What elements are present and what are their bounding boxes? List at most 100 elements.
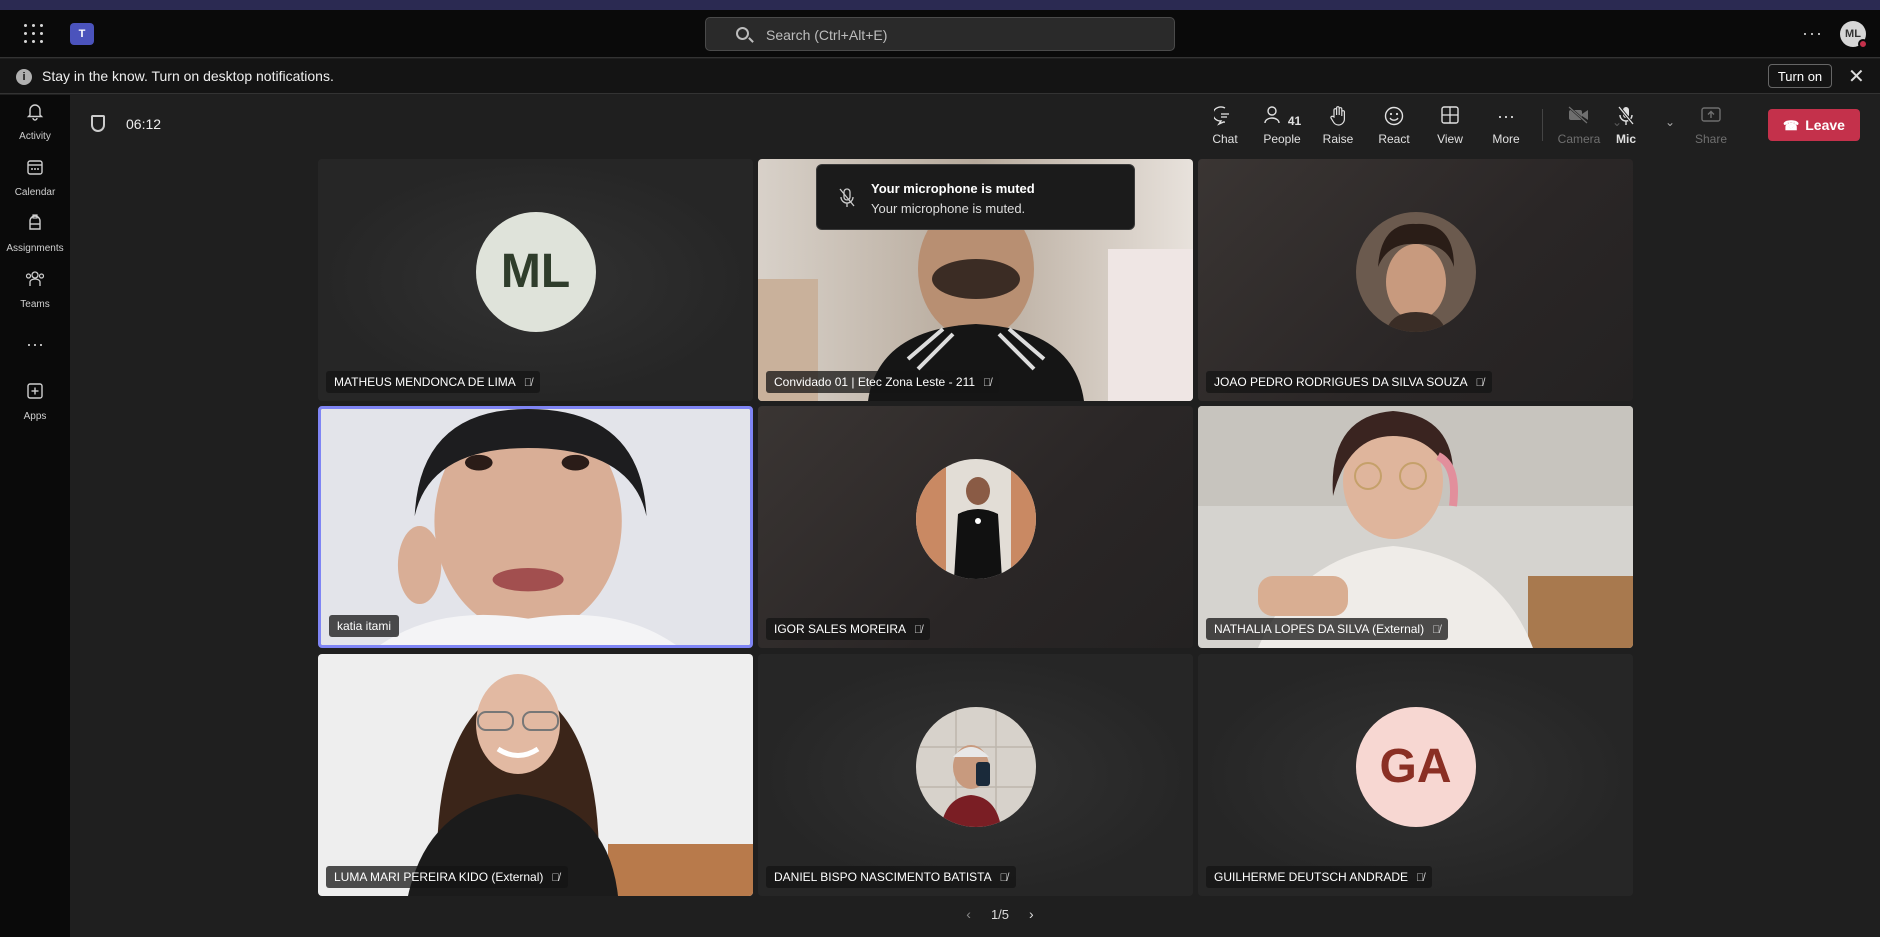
participant-name: IGOR SALES MOREIRA 🎙̸ [766, 618, 931, 640]
participant-name-text: DANIEL BISPO NASCIMENTO BATISTA [774, 870, 992, 884]
calendar-icon [24, 157, 46, 179]
more-icon: ··· [26, 334, 44, 354]
rail-item-calendar[interactable]: Calendar [0, 157, 70, 200]
chat-button[interactable]: Chat [1197, 105, 1253, 146]
teams-logo-icon: T [70, 23, 94, 45]
react-button[interactable]: React [1366, 105, 1422, 146]
view-label: View [1437, 132, 1463, 146]
user-avatar[interactable]: ML [1840, 21, 1868, 49]
turn-on-button[interactable]: Turn on [1768, 64, 1832, 88]
toolbar-divider [1542, 109, 1543, 141]
participant-tile[interactable]: JOAO PEDRO RODRIGUES DA SILVA SOUZA 🎙̸ [1198, 159, 1633, 401]
share-screen-icon [1683, 105, 1739, 127]
people-button[interactable]: 41 People [1254, 105, 1310, 146]
window-top-strip [0, 0, 1880, 10]
hang-up-icon: ☎ [1783, 117, 1800, 133]
close-icon[interactable]: ✕ [1848, 64, 1865, 89]
previous-page-chevron-icon[interactable]: ‹ [966, 906, 971, 922]
grid-view-icon [1422, 105, 1478, 127]
more-button[interactable]: ··· More [1478, 105, 1534, 146]
participant-name: NATHALIA LOPES DA SILVA (External) 🎙̸ [1206, 618, 1449, 640]
more-options-icon[interactable]: ··· [1802, 23, 1823, 44]
react-label: React [1378, 132, 1410, 146]
assignments-icon [24, 213, 46, 235]
participant-tile[interactable]: GA GUILHERME DEUTSCH ANDRADE 🎙̸ [1198, 654, 1633, 896]
more-label: More [1492, 132, 1520, 146]
toast-title: Your microphone is muted [871, 181, 1035, 196]
view-button[interactable]: View [1422, 105, 1478, 146]
mic-off-icon: 🎙̸ [999, 872, 1008, 884]
participant-tile[interactable]: LUMA MARI PEREIRA KIDO (External) 🎙̸ [318, 654, 753, 896]
mic-off-icon [1598, 105, 1654, 127]
mic-button[interactable]: Mic [1598, 105, 1654, 146]
raise-label: Raise [1322, 132, 1354, 146]
mic-off-icon: 🎙̸ [1432, 624, 1441, 636]
smiley-icon [1366, 105, 1422, 127]
leave-label: Leave [1805, 116, 1845, 133]
app-launcher-icon[interactable] [24, 24, 48, 44]
mic-off-icon: 🎙̸ [983, 377, 992, 389]
rail-item-teams[interactable]: Teams [0, 269, 70, 312]
participant-name-text: GUILHERME DEUTSCH ANDRADE [1214, 870, 1409, 884]
leave-button[interactable]: ☎ Leave [1768, 109, 1860, 141]
mic-off-icon: 🎙̸ [551, 872, 560, 884]
participant-name-text: IGOR SALES MOREIRA [774, 622, 907, 636]
rail-item-assignments[interactable]: Assignments [0, 213, 70, 256]
people-label: People [1263, 132, 1301, 146]
more-dots-icon: ··· [1497, 106, 1515, 126]
participant-name-text: katia itami [337, 619, 392, 633]
chat-label: Chat [1212, 132, 1238, 146]
participant-name-text: NATHALIA LOPES DA SILVA (External) [1214, 622, 1425, 636]
people-count: 41 [1287, 114, 1302, 128]
avatar [915, 707, 1036, 827]
mic-options-chevron-icon[interactable]: ⌄ [1665, 115, 1675, 129]
shield-icon[interactable] [91, 115, 105, 132]
page-indicator: 1/5 [990, 907, 1010, 922]
meeting-control-bar: 06:12 Chat 41 People Raise React View ··… [71, 95, 1880, 155]
rail-item-more[interactable]: ··· [0, 333, 70, 358]
rail-item-label: Activity [19, 131, 51, 142]
avatar-photo [915, 459, 1036, 579]
notification-banner: i Stay in the know. Turn on desktop noti… [0, 59, 1880, 94]
participant-name: JOAO PEDRO RODRIGUES DA SILVA SOUZA 🎙̸ [1206, 371, 1492, 393]
participant-name-text: Convidado 01 | Etec Zona Leste - 211 [774, 375, 976, 389]
participant-tile[interactable]: IGOR SALES MOREIRA 🎙̸ [758, 406, 1193, 648]
rail-item-label: Apps [23, 411, 47, 422]
rail-item-label: Calendar [14, 187, 56, 198]
participant-name-text: JOAO PEDRO RODRIGUES DA SILVA SOUZA [1214, 375, 1468, 389]
avatar-photo [1355, 212, 1476, 332]
meeting-timer: 06:12 [126, 116, 162, 132]
search-placeholder: Search (Ctrl+Alt+E) [766, 27, 888, 43]
participant-video [321, 409, 750, 645]
title-bar: T Search (Ctrl+Alt+E) ··· ML [0, 10, 1880, 58]
participant-video [318, 654, 753, 896]
participant-tile[interactable]: ML MATHEUS MENDONCA DE LIMA 🎙̸ [318, 159, 753, 401]
rail-item-activity[interactable]: Activity [0, 101, 70, 144]
avatar-photo [915, 707, 1036, 827]
participant-video [1198, 406, 1633, 648]
share-button[interactable]: Share [1683, 105, 1739, 146]
avatar [915, 459, 1036, 579]
participant-name: LUMA MARI PEREIRA KIDO (External) 🎙̸ [326, 866, 568, 888]
participant-tile[interactable]: DANIEL BISPO NASCIMENTO BATISTA 🎙̸ [758, 654, 1193, 896]
app-rail: Activity Calendar Assignments Teams ··· … [0, 95, 70, 937]
bell-icon [24, 101, 46, 123]
rail-item-label: Assignments [6, 243, 64, 254]
rail-item-apps[interactable]: Apps [0, 381, 70, 424]
participant-name-text: MATHEUS MENDONCA DE LIMA [334, 375, 516, 389]
user-avatar-initials: ML [1845, 28, 1861, 40]
raise-hand-button[interactable]: Raise [1310, 105, 1366, 146]
add-apps-icon [24, 381, 46, 403]
mic-label: Mic [1615, 132, 1636, 146]
participant-tile[interactable]: NATHALIA LOPES DA SILVA (External) 🎙̸ [1198, 406, 1633, 648]
next-page-chevron-icon[interactable]: › [1029, 906, 1034, 922]
mic-off-icon: 🎙̸ [1475, 377, 1484, 389]
avatar: ML [475, 212, 596, 332]
notification-message: Stay in the know. Turn on desktop notifi… [42, 68, 334, 84]
mic-off-icon: 🎙̸ [914, 624, 923, 636]
share-label: Share [1694, 132, 1728, 146]
search-box[interactable]: Search (Ctrl+Alt+E) [705, 17, 1175, 51]
avatar: GA [1355, 707, 1476, 827]
mic-off-icon: 🎙̸ [1416, 872, 1425, 884]
participant-tile-active-speaker[interactable]: katia itami [318, 406, 753, 648]
